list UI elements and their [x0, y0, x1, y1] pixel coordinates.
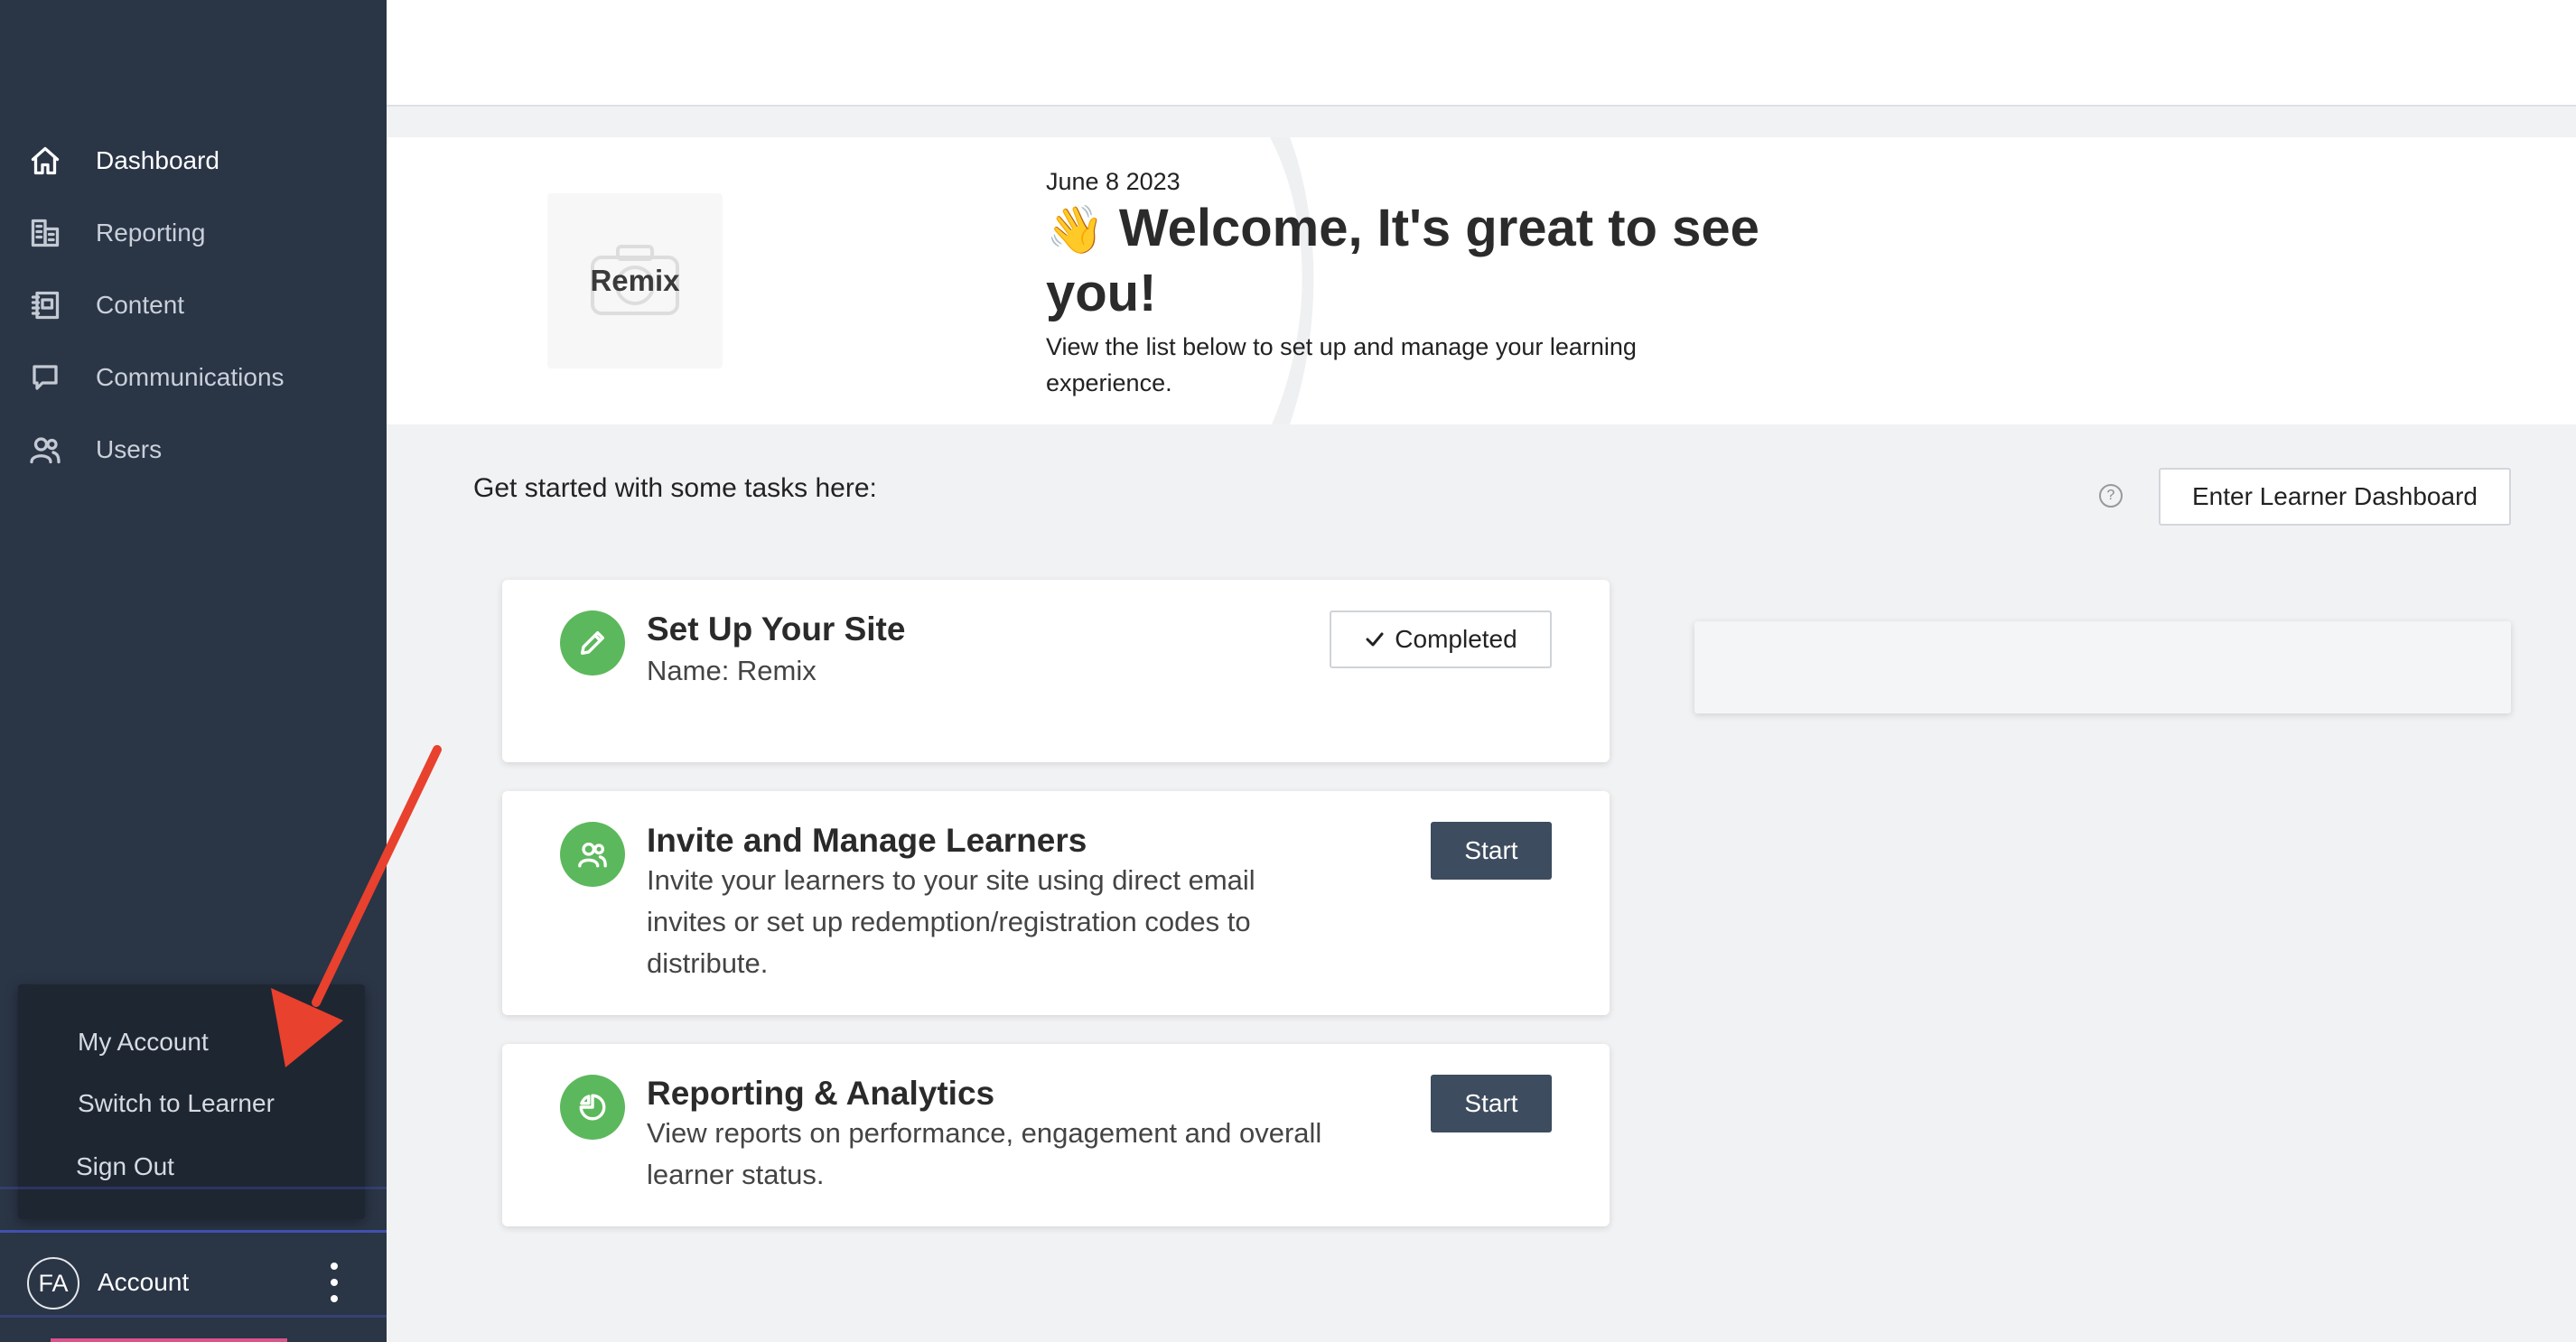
site-logo: Remix [547, 193, 723, 368]
sidebar-item-label: Reporting [96, 219, 206, 247]
task-title: Set Up Your Site [647, 610, 906, 648]
chat-icon [27, 359, 63, 396]
pencil-icon [560, 610, 625, 676]
task-title: Reporting & Analytics [647, 1075, 995, 1112]
content-icon [27, 287, 63, 323]
users-icon [27, 432, 63, 468]
users-icon [560, 822, 625, 887]
task-title: Invite and Manage Learners [647, 822, 1087, 859]
sidebar-item-dashboard[interactable]: Dashboard [0, 129, 387, 192]
task-description: View reports on performance, engagement … [647, 1117, 1322, 1190]
task-card-reporting-analytics: Reporting & Analytics View reports on pe… [502, 1044, 1610, 1226]
start-button[interactable]: Start [1431, 822, 1552, 880]
sidebar-item-users[interactable]: Users [0, 418, 387, 481]
menu-item-sign-out[interactable]: Sign Out [76, 1152, 174, 1181]
check-icon [1366, 632, 1384, 647]
completed-button[interactable]: Completed [1330, 610, 1552, 668]
current-date: June 8 2023 [1046, 168, 1181, 195]
divider [0, 1230, 387, 1233]
accent-strip [51, 1338, 287, 1342]
task-description: Name: Remix [647, 655, 817, 686]
buildings-icon [27, 215, 63, 251]
task-card-invite-learners: Invite and Manage Learners Invite your l… [502, 791, 1610, 1015]
tasks-heading: Get started with some tasks here: [473, 473, 877, 503]
sidebar: Dashboard Reporting Content Communicatio… [0, 0, 387, 1342]
side-panel [1694, 621, 2511, 713]
sidebar-item-label: Content [96, 291, 185, 319]
task-card-setup-site: Set Up Your Site Name: Remix Completed [502, 580, 1610, 762]
wave-emoji: 👋 [1046, 204, 1105, 256]
enter-learner-dashboard-button[interactable]: Enter Learner Dashboard [2159, 468, 2511, 526]
menu-item-my-account[interactable]: My Account [78, 1028, 209, 1057]
sidebar-item-content[interactable]: Content [0, 274, 387, 337]
sidebar-item-label: Dashboard [96, 146, 219, 174]
more-options-icon[interactable] [320, 1259, 347, 1306]
sidebar-item-reporting[interactable]: Reporting [0, 201, 387, 265]
welcome-text: Welcome, It's great to see you! [1046, 199, 1759, 322]
welcome-heading: 👋 Welcome, It's great to see you! [1046, 197, 1769, 325]
avatar: FA [27, 1257, 79, 1309]
home-icon [27, 143, 63, 179]
sidebar-item-communications[interactable]: Communications [0, 346, 387, 409]
start-button[interactable]: Start [1431, 1075, 1552, 1132]
menu-item-switch-to-learner[interactable]: Switch to Learner [78, 1089, 275, 1118]
account-menu: My Account Switch to Learner Sign Out [18, 984, 365, 1219]
welcome-subtext: View the list below to set up and manage… [1046, 333, 1637, 396]
divider [0, 1187, 387, 1189]
completed-label: Completed [1395, 625, 1517, 653]
pie-chart-icon [560, 1075, 625, 1140]
account-label: Account [98, 1268, 190, 1296]
account-bar[interactable]: FA Account [0, 1237, 387, 1328]
logo-text: Remix [590, 264, 680, 297]
task-description: Invite your learners to your site using … [647, 864, 1255, 979]
sidebar-item-label: Communications [96, 363, 285, 391]
help-icon[interactable]: ? [2099, 484, 2123, 508]
sidebar-item-label: Users [96, 435, 163, 463]
top-header [387, 0, 2576, 107]
